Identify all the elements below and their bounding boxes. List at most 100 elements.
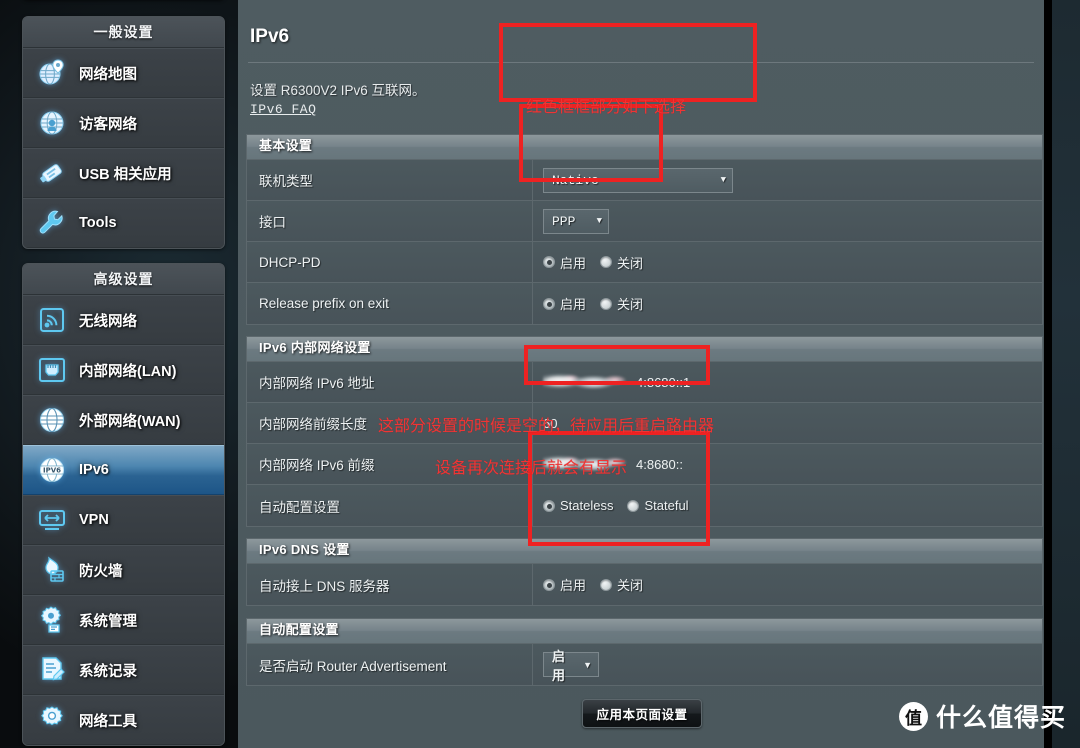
label-autoconfig-mode: 自动配置设置 [247, 485, 533, 526]
sidebar-item-wan[interactable]: 外部网络(WAN) [23, 395, 224, 445]
vpn-icon [35, 503, 69, 537]
radio-label: Stateful [644, 498, 689, 513]
sidebar: 一般设置 网络地图 访客网络 USB 相关应用 Tools 高级设置 无线网络 … [22, 0, 225, 748]
router-advertisement-table: 自动配置设置 是否启动 Router Advertisement 启用 ▼ [246, 618, 1043, 686]
basic-settings-table: 基本设置 联机类型 Native ▼ 接口 PPP ▼ DHCP-PD 启用 关… [246, 134, 1043, 325]
sidebar-item-label: 系统管理 [79, 613, 137, 630]
watermark-text: 什么值得买 [935, 704, 1066, 732]
section-title-ipv6-dns: IPv6 DNS 设置 [247, 539, 1042, 564]
lan-ipv6-prefix-text: 4:8680:: [636, 456, 683, 472]
dhcp-pd-radio-disable[interactable]: 关闭 [600, 253, 643, 272]
sidebar-item-label: 访客网络 [79, 116, 137, 133]
radio-dot-icon [600, 297, 613, 310]
watermark: 值 什么值得买 [898, 698, 1066, 734]
sidebar-item-lan[interactable]: 内部网络(LAN) [23, 345, 224, 395]
network-tools-icon [35, 703, 69, 737]
wan-globe-icon [35, 403, 69, 437]
lan-icon [35, 353, 69, 387]
sidebar-item-wireless[interactable]: 无线网络 [23, 295, 224, 345]
row-autoconfig-mode: 自动配置设置 Stateless Stateful [247, 485, 1042, 526]
radio-dot-icon [627, 499, 640, 512]
sidebar-item-ipv6[interactable]: IPV6 IPv6 [23, 445, 224, 495]
usb-application-icon [35, 156, 69, 190]
auto-dns-radio-enable[interactable]: 启用 [543, 575, 586, 594]
sidebar-item-label: USB 相关应用 [79, 166, 172, 183]
sidebar-item-administration[interactable]: 系统管理 [23, 595, 224, 645]
connection-type-value: Native [552, 172, 599, 188]
system-log-icon [35, 653, 69, 687]
sidebar-item-network-tools[interactable]: 网络工具 [23, 695, 224, 745]
section-title-autoconfig: 自动配置设置 [247, 619, 1042, 644]
watermark-badge-icon: 值 [898, 701, 928, 731]
sidebar-item-vpn[interactable]: VPN [23, 495, 224, 545]
auto-dns-radio-disable[interactable]: 关闭 [600, 575, 643, 594]
guest-network-icon [35, 106, 69, 140]
label-connection-type: 联机类型 [247, 160, 533, 200]
interface-select[interactable]: PPP ▼ [543, 208, 609, 234]
sidebar-item-usb-application[interactable]: USB 相关应用 [23, 148, 224, 198]
router-admin-page: 一般设置 网络地图 访客网络 USB 相关应用 Tools 高级设置 无线网络 … [0, 0, 1080, 748]
sidebar-item-label: VPN [79, 512, 109, 528]
main-inner: IPv6 设置 R6300V2 IPv6 互联网。 IPv6 FAQ 基本设置 … [238, 0, 1044, 748]
sidebar-item-label: 网络地图 [79, 66, 137, 83]
apply-settings-button[interactable]: 应用本页面设置 [582, 699, 702, 728]
radio-dot-icon [543, 256, 555, 268]
label-lan-ipv6-address: 内部网络 IPv6 地址 [247, 362, 533, 402]
section-title-ipv6-lan: IPv6 内部网络设置 [247, 337, 1042, 362]
sidebar-item-tools[interactable]: Tools [23, 198, 224, 248]
label-interface: 接口 [247, 201, 533, 241]
sidebar-item-label: 网络工具 [79, 713, 137, 730]
annotation-note-top: 红色框框部分如下选择 [526, 99, 687, 116]
value-router-advertisement: 启用 ▼ [533, 644, 1042, 685]
title-divider [248, 62, 1034, 63]
label-release-prefix-on-exit: Release prefix on exit [247, 283, 533, 324]
value-release-prefix-on-exit: 启用 关闭 [533, 283, 1042, 324]
row-auto-dns: 自动接上 DNS 服务器 启用 关闭 [247, 564, 1042, 605]
sidebar-item-guest-network[interactable]: 访客网络 [23, 98, 224, 148]
connection-type-select[interactable]: Native ▼ [543, 167, 733, 193]
router-advertisement-select[interactable]: 启用 ▼ [543, 649, 599, 683]
sidebar-item-label: Tools [79, 215, 117, 231]
radio-label: 启用 [560, 578, 587, 593]
release-prefix-radio-enable[interactable]: 启用 [543, 294, 586, 313]
page-right-background [1052, 0, 1080, 748]
lan-ipv6-address-text: 4:8680::1 [636, 374, 691, 390]
wrench-icon [35, 206, 69, 240]
masked-address: 4:8680::1 [543, 373, 690, 391]
interface-value: PPP [552, 213, 576, 229]
sidebar-item-firewall[interactable]: 防火墙 [23, 545, 224, 595]
administration-icon [35, 603, 69, 637]
chevron-down-icon: ▼ [596, 216, 602, 226]
autoconfig-radio-stateful[interactable]: Stateful [627, 498, 689, 513]
release-prefix-radio-group: 启用 关闭 [543, 294, 643, 313]
radio-dot-icon [600, 256, 613, 268]
dhcp-pd-radio-enable[interactable]: 启用 [543, 253, 586, 272]
sidebar-item-label: 系统记录 [79, 663, 137, 680]
radio-dot-icon [543, 578, 555, 591]
sidebar-group-advanced: 高级设置 无线网络 内部网络(LAN) 外部网络(WAN) IPV6 IPv6 … [22, 263, 225, 746]
sidebar-item-system-log[interactable]: 系统记录 [23, 645, 224, 695]
sidebar-item-label: IPv6 [79, 462, 109, 478]
annotation-note-reconnect: 设备再次连接后就会有显示 [435, 460, 628, 477]
radio-label: 启用 [560, 255, 587, 271]
section-title-basic: 基本设置 [247, 135, 1042, 160]
ipv6-dns-settings-table: IPv6 DNS 设置 自动接上 DNS 服务器 启用 关闭 [246, 538, 1043, 606]
row-router-advertisement: 是否启动 Router Advertisement 启用 ▼ [247, 644, 1042, 685]
svg-text:IPV6: IPV6 [43, 467, 61, 475]
sidebar-item-network-map[interactable]: 网络地图 [23, 48, 224, 98]
sidebar-group-general: 一般设置 网络地图 访客网络 USB 相关应用 Tools [22, 16, 225, 249]
value-lan-ipv6-address: 4:8680::1 [533, 362, 1042, 402]
value-connection-type: Native ▼ [533, 160, 1042, 200]
radio-dot-icon [600, 578, 613, 591]
autoconfig-radio-stateless[interactable]: Stateless [543, 498, 613, 513]
radio-label: Stateless [560, 498, 614, 513]
release-prefix-radio-disable[interactable]: 关闭 [600, 294, 643, 313]
radio-label: 关闭 [617, 255, 644, 271]
autoconfig-radio-group: Stateless Stateful [543, 498, 689, 513]
row-connection-type: 联机类型 Native ▼ [247, 160, 1042, 201]
radio-label: 关闭 [617, 297, 644, 312]
panel-right-edge [1044, 0, 1052, 748]
ipv6-faq-link[interactable]: IPv6 FAQ [250, 102, 316, 117]
sidebar-group-title-advanced: 高级设置 [23, 264, 224, 295]
value-interface: PPP ▼ [533, 201, 1042, 241]
